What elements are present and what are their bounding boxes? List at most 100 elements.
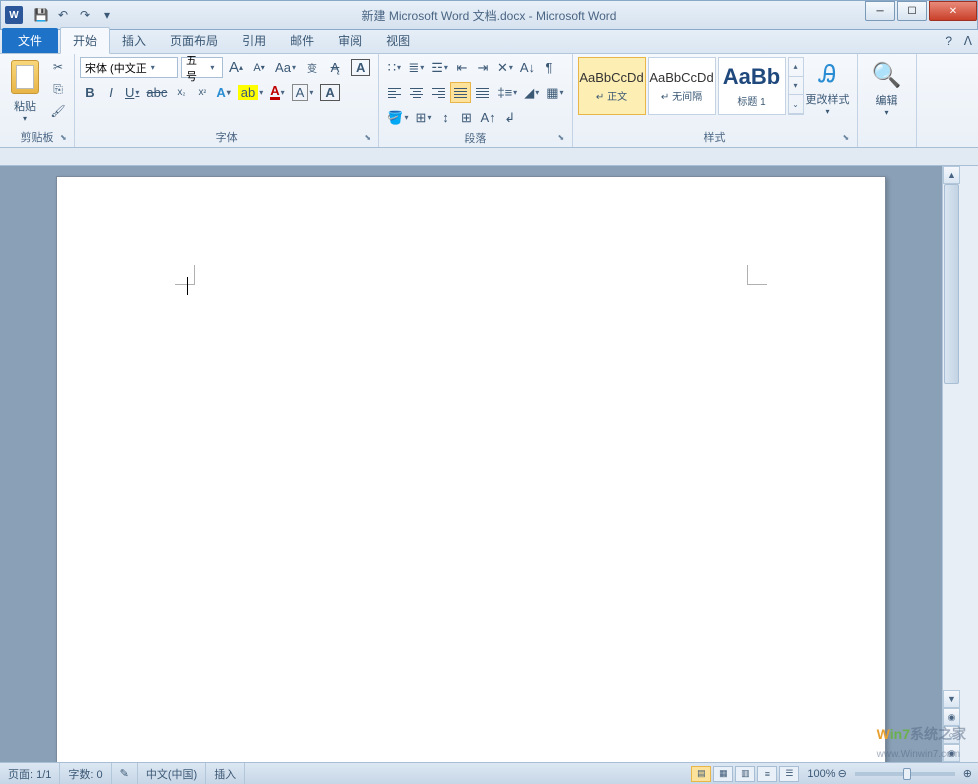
file-tab[interactable]: 文件 (2, 28, 58, 53)
increase-indent-icon[interactable]: ⇥ (473, 57, 493, 78)
tab-review[interactable]: 审阅 (326, 28, 374, 53)
paste-button[interactable]: 粘贴 ▾ (5, 57, 45, 125)
horizontal-ruler[interactable] (0, 148, 978, 166)
text-direction-icon[interactable]: ↕ (435, 107, 455, 128)
shading-button[interactable]: ◢ (521, 82, 542, 103)
zoom-slider[interactable] (855, 772, 955, 776)
zoom-level[interactable]: 100% (807, 768, 835, 780)
align-left-button[interactable] (384, 82, 405, 103)
line-spacing-button[interactable]: ‡≡ (494, 82, 520, 103)
view-print-layout-icon[interactable]: ▤ (691, 766, 711, 782)
align-distribute-button[interactable] (472, 82, 493, 103)
style-normal[interactable]: AaBbCcDd ↵ 正文 (578, 57, 646, 115)
font-name-combo[interactable]: 宋体 (中文正▾ (80, 57, 178, 78)
highlight-button[interactable]: ab (235, 82, 266, 103)
format-painter-icon[interactable]: 🖌 (47, 101, 69, 121)
tab-mail[interactable]: 邮件 (278, 28, 326, 53)
find-button[interactable]: 🔍 编辑 ▾ (863, 57, 911, 121)
superscript-button[interactable]: x (192, 82, 212, 103)
char-shading-button[interactable]: A (289, 82, 317, 103)
snap-grid-icon[interactable]: ⊞ (456, 107, 476, 128)
underline-button[interactable]: U (122, 82, 142, 103)
bold-button[interactable]: B (80, 82, 100, 103)
copy-icon[interactable]: ⎘ (47, 79, 69, 99)
redo-icon[interactable]: ↷ (75, 5, 95, 25)
scroll-thumb[interactable] (944, 184, 959, 384)
style-gallery-more[interactable]: ▴▾⌄ (788, 57, 804, 115)
borders-button[interactable]: ▦ (543, 82, 566, 103)
bullets-button[interactable]: ∷ (384, 57, 404, 78)
style-heading1[interactable]: AaBb 标题 1 (718, 57, 786, 115)
text-effect-button[interactable]: A (213, 82, 233, 103)
scroll-down-icon[interactable]: ▼ (943, 690, 960, 708)
statusbar: 页面: 1/1 字数: 0 ✎ 中文(中国) 插入 ▤ ▦ ▥ ≡ ☰ 100%… (0, 762, 978, 784)
ribbon-tabs: 文件 开始 插入 页面布局 引用 邮件 审阅 视图 ᐱ ? (0, 30, 978, 54)
tab-layout[interactable]: 页面布局 (158, 28, 230, 53)
group-editing: 🔍 编辑 ▾ (858, 54, 917, 147)
numbering-button[interactable]: ≣ (405, 57, 427, 78)
paste-icon (11, 60, 39, 94)
change-case-icon[interactable]: Aa (272, 57, 299, 78)
close-button[interactable]: ✕ (929, 1, 977, 21)
font-size-combo[interactable]: 五号▾ (181, 57, 223, 78)
zoom-in-icon[interactable]: ⊕ (963, 767, 972, 780)
font-launcher-icon[interactable]: ⬊ (364, 133, 376, 145)
status-insert-mode[interactable]: 插入 (206, 763, 245, 784)
document-page[interactable] (56, 176, 886, 762)
clipboard-launcher-icon[interactable]: ⬊ (60, 133, 72, 145)
align-right-button[interactable] (428, 82, 449, 103)
status-proofing-icon[interactable]: ✎ (112, 763, 138, 784)
qat-customize-icon[interactable]: ▾ (97, 5, 117, 25)
save-icon[interactable]: 💾 (31, 5, 51, 25)
document-viewport[interactable] (0, 166, 942, 762)
phonetic-guide-icon[interactable]: 变 (302, 57, 322, 78)
decrease-indent-icon[interactable]: ⇤ (452, 57, 472, 78)
asian-layout-icon[interactable]: ✕ (494, 57, 516, 78)
help-icon[interactable]: ? (945, 34, 952, 48)
view-fullscreen-icon[interactable]: ▦ (713, 766, 733, 782)
view-outline-icon[interactable]: ≡ (757, 766, 777, 782)
grow-font-icon[interactable]: A▴ (226, 57, 246, 78)
status-words[interactable]: 字数: 0 (60, 763, 111, 784)
view-web-icon[interactable]: ▥ (735, 766, 755, 782)
tab-view[interactable]: 视图 (374, 28, 422, 53)
paragraph-marks-icon[interactable]: ↲ (500, 107, 520, 128)
paragraph-launcher-icon[interactable]: ⬊ (558, 133, 570, 145)
italic-button[interactable]: I (101, 82, 121, 103)
status-language[interactable]: 中文(中国) (138, 763, 206, 784)
enclosed-char-icon[interactable]: A (348, 57, 373, 78)
align-justify-button[interactable] (450, 82, 471, 103)
zoom-thumb[interactable] (903, 768, 911, 780)
tab-references[interactable]: 引用 (230, 28, 278, 53)
minimize-button[interactable]: ─ (865, 1, 895, 21)
ribbon-minimize-icon[interactable]: ᐱ (964, 34, 972, 48)
strike-button[interactable]: abc (143, 82, 170, 103)
show-marks-icon[interactable]: ¶ (539, 57, 559, 78)
style-nospacing[interactable]: AaBbCcDd ↵ 无间隔 (648, 57, 716, 115)
multilevel-button[interactable]: ☲ (428, 57, 451, 78)
undo-icon[interactable]: ↶ (53, 5, 73, 25)
quick-access-toolbar: 💾 ↶ ↷ ▾ (31, 5, 117, 25)
fill-color-button[interactable]: 🪣 (384, 107, 411, 128)
maximize-button[interactable]: ☐ (897, 1, 927, 21)
font-color-button[interactable]: A (267, 82, 287, 103)
sort-icon[interactable]: A↓ (517, 57, 538, 78)
style-name: 标题 1 (737, 93, 765, 108)
zoom-out-icon[interactable]: ⊖ (838, 767, 847, 780)
border-style-button[interactable]: ⊞ (413, 107, 435, 128)
change-styles-button[interactable]: Ꭿ 更改样式 ▾ (804, 57, 852, 120)
styles-launcher-icon[interactable]: ⬊ (843, 133, 855, 145)
scroll-up-icon[interactable]: ▲ (943, 166, 960, 184)
char-border-button[interactable]: A (317, 82, 342, 103)
cut-icon[interactable]: ✂ (47, 57, 69, 77)
scroll-track[interactable] (943, 184, 960, 690)
sort-asc-icon[interactable]: A↑ (477, 107, 498, 128)
view-draft-icon[interactable]: ☰ (779, 766, 799, 782)
subscript-button[interactable]: x (171, 82, 191, 103)
align-center-button[interactable] (406, 82, 427, 103)
status-page[interactable]: 页面: 1/1 (0, 763, 60, 784)
shrink-font-icon[interactable]: A▾ (249, 57, 269, 78)
tab-home[interactable]: 开始 (60, 27, 110, 54)
clear-format-icon[interactable]: Ą (325, 57, 345, 78)
tab-insert[interactable]: 插入 (110, 28, 158, 53)
